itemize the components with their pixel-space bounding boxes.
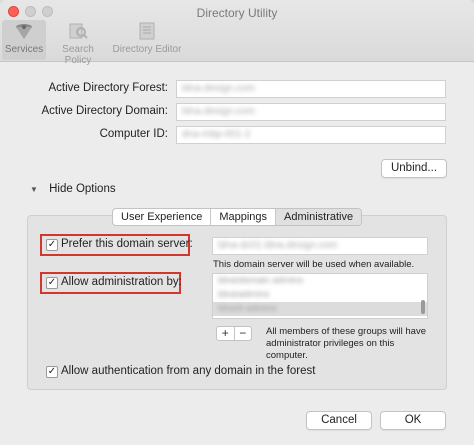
list-scrollbar[interactable]: [421, 300, 425, 314]
allow-admin-label: Allow administration by:: [61, 276, 182, 288]
unbind-button[interactable]: Unbind...: [381, 159, 447, 178]
prefer-server-label: Prefer this domain server:: [61, 238, 193, 250]
directory-utility-window: Directory Utility Services Search Policy: [0, 0, 474, 445]
toolbar-directory-editor[interactable]: Directory Editor: [112, 20, 182, 60]
toolbar-search-policy[interactable]: Search Policy: [48, 20, 108, 66]
forest-field: ldna.design.com: [176, 80, 446, 98]
allow-auth-label: Allow authentication from any domain in …: [61, 365, 316, 377]
remove-group-button[interactable]: −: [235, 327, 252, 340]
hide-options-toggle[interactable]: ▼ Hide Options: [30, 183, 116, 195]
toolbar-search-policy-label: Search Policy: [62, 44, 94, 66]
services-icon: [16, 24, 32, 39]
forest-value: ldna.design.com: [182, 83, 255, 94]
computer-id-value: dna-mbp-001-2: [182, 129, 251, 140]
toolbar-services[interactable]: Services: [2, 20, 46, 60]
toolbar-services-label: Services: [4, 44, 44, 55]
admin-groups-note: All members of these groups will have ad…: [266, 326, 426, 361]
add-group-button[interactable]: +: [217, 327, 235, 340]
options-tabs: User Experience Mappings Administrative: [112, 208, 363, 226]
computer-id-field: dna-mbp-001-2: [176, 126, 446, 144]
allow-admin-checkbox[interactable]: ✓: [46, 277, 58, 289]
add-remove-group-control: + −: [216, 326, 252, 341]
window-title: Directory Utility: [196, 6, 278, 20]
tab-administrative[interactable]: Administrative: [276, 209, 362, 225]
domain-label: Active Directory Domain:: [41, 105, 168, 117]
tab-mappings[interactable]: Mappings: [211, 209, 277, 225]
hide-options-label: Hide Options: [49, 183, 116, 195]
admin-groups-list[interactable]: ldna\domain admins ldna\admins ldna\it a…: [212, 273, 428, 319]
allow-auth-checkbox[interactable]: ✓: [46, 366, 58, 378]
search-policy-icon: [69, 23, 88, 39]
computer-id-label: Computer ID:: [99, 128, 168, 140]
cancel-button[interactable]: Cancel: [306, 411, 372, 430]
tab-user-experience[interactable]: User Experience: [113, 209, 212, 225]
disclosure-triangle-icon: ▼: [30, 185, 38, 194]
title-bar: Directory Utility Services Search Policy: [0, 0, 474, 66]
preferred-server-value: ldna-dc01.ldna.design.com: [218, 240, 338, 251]
forest-label: Active Directory Forest:: [48, 82, 169, 94]
domain-field: ldna.design.com: [176, 103, 446, 121]
domain-value: ldna.design.com: [182, 106, 255, 117]
directory-editor-icon: [139, 22, 155, 40]
preferred-server-field[interactable]: ldna-dc01.ldna.design.com: [212, 237, 428, 255]
list-item[interactable]: ldna\it admins: [213, 302, 427, 316]
ok-button[interactable]: OK: [380, 411, 446, 430]
list-item[interactable]: ldna\admins: [213, 288, 427, 302]
preferred-server-note: This domain server will be used when ava…: [213, 259, 415, 270]
list-item[interactable]: ldna\domain admins: [213, 274, 427, 288]
prefer-server-checkbox[interactable]: ✓: [46, 239, 58, 251]
toolbar-directory-editor-label: Directory Editor: [112, 44, 182, 55]
